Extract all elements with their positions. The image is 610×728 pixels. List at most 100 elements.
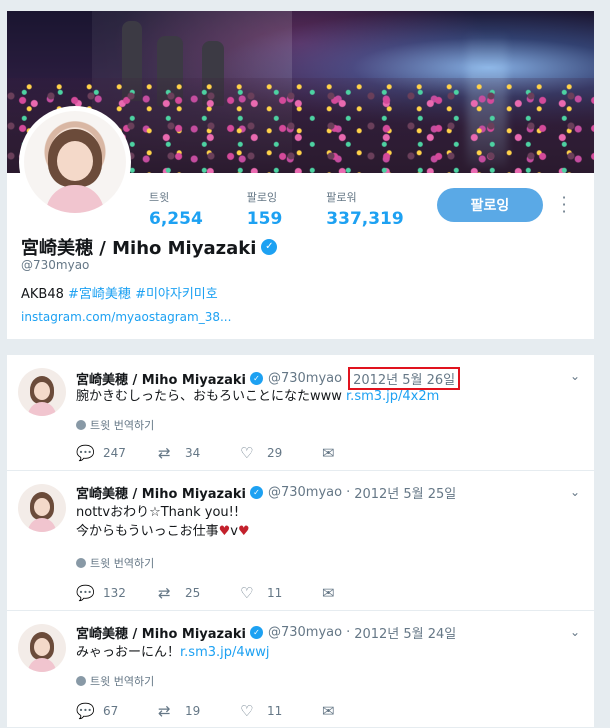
direct-message-button[interactable]: ✉ <box>322 703 404 719</box>
tweet-author-handle[interactable]: @730myao <box>268 485 342 500</box>
reply-icon: 💬 <box>76 444 95 462</box>
envelope-icon: ✉ <box>322 702 335 720</box>
translate-tweet-link[interactable]: 트윗 번역하기 <box>76 673 154 689</box>
translate-label: 트윗 번역하기 <box>90 557 155 570</box>
envelope-icon: ✉ <box>322 584 335 602</box>
tweet-item[interactable]: 宮崎美穂 / Miho Miyazaki ✓ @730myao · 2012년 … <box>7 611 594 728</box>
more-options-icon[interactable]: · · · <box>557 190 571 220</box>
tweet-avatar[interactable] <box>18 484 66 532</box>
tweet-author-name[interactable]: 宮崎美穂 / Miho Miyazaki <box>76 369 246 388</box>
stat-label: 트윗 <box>149 191 170 204</box>
heart-icon: ♡ <box>240 702 254 720</box>
chevron-down-icon[interactable]: ⌄ <box>570 485 580 499</box>
retweet-count: 34 <box>185 446 201 460</box>
verified-badge-icon: ✓ <box>261 239 278 255</box>
tweet-item[interactable]: 宮崎美穂 / Miho Miyazaki ✓ @730myao 2012년 5월… <box>7 355 594 471</box>
profile-bio: AKB48 #宮崎美穂 #미야자키미호 <box>21 283 218 302</box>
globe-icon <box>76 558 86 568</box>
reply-count: 247 <box>103 446 126 460</box>
tweet-line-text: 今からもういっこお仕事 <box>76 524 219 539</box>
reply-icon: 💬 <box>76 702 95 720</box>
like-button[interactable]: ♡ 11 <box>240 703 322 719</box>
profile-name[interactable]: 宮崎美穂 / Miho Miyazaki <box>21 234 256 260</box>
reply-button[interactable]: 💬 67 <box>76 703 158 719</box>
reply-button[interactable]: 💬 247 <box>76 445 158 461</box>
reply-count: 132 <box>103 586 126 600</box>
tweet-line: nottvおわり☆Thank you!! <box>76 505 240 520</box>
tweet-avatar[interactable] <box>18 624 66 672</box>
stat-label: 팔로워 <box>326 191 357 204</box>
translate-tweet-link[interactable]: 트윗 번역하기 <box>76 417 154 433</box>
retweet-icon: ⇄ <box>158 584 171 602</box>
reply-count: 67 <box>103 704 119 718</box>
tweet-date[interactable]: 2012년 5월 24일 <box>354 623 456 642</box>
stat-value: 159 <box>246 209 283 229</box>
chevron-down-icon[interactable]: ⌄ <box>570 369 580 383</box>
tweet-timeline: 宮崎美穂 / Miho Miyazaki ✓ @730myao 2012년 5월… <box>7 355 594 728</box>
tweet-author-name[interactable]: 宮崎美穂 / Miho Miyazaki <box>76 623 246 642</box>
tweet-author-handle[interactable]: @730myao <box>268 625 342 640</box>
retweet-button[interactable]: ⇄ 34 <box>158 445 240 461</box>
like-button[interactable]: ♡ 29 <box>240 445 322 461</box>
verified-badge-icon: ✓ <box>249 486 263 499</box>
tweet-date[interactable]: 2012년 5월 25일 <box>354 483 456 502</box>
globe-icon <box>76 420 86 430</box>
tweet-actions: 💬 67 ⇄ 19 ♡ 11 ✉ <box>76 703 404 719</box>
bio-text: AKB48 <box>21 287 69 302</box>
bio-hashtag[interactable]: #宮崎美穂 <box>68 287 131 302</box>
retweet-button[interactable]: ⇄ 19 <box>158 703 240 719</box>
tweet-text: 腕かきむしったら、おもろいことになたwww r.sm3.jp/4x2m <box>76 387 439 406</box>
heart-icon: ♡ <box>240 584 254 602</box>
profile-stats: 트윗 6,254 팔로잉 159 팔로워 337,319 <box>149 189 448 229</box>
tweet-link[interactable]: r.sm3.jp/4wwj <box>180 645 270 660</box>
heart-emoji-icon: ♥ <box>218 524 231 539</box>
heart-icon: ♡ <box>240 444 254 462</box>
bio-hashtag[interactable]: #미야자키미호 <box>135 287 218 302</box>
like-button[interactable]: ♡ 11 <box>240 585 322 601</box>
profile-name-row: 宮崎美穂 / Miho Miyazaki ✓ <box>21 234 278 260</box>
separator-dot: · <box>346 485 351 500</box>
direct-message-button[interactable]: ✉ <box>322 585 404 601</box>
reply-button[interactable]: 💬 132 <box>76 585 158 601</box>
like-count: 29 <box>267 446 283 460</box>
tweet-header: 宮崎美穂 / Miho Miyazaki ✓ @730myao · 2012년 … <box>76 623 456 642</box>
chevron-down-icon[interactable]: ⌄ <box>570 625 580 639</box>
stat-followers[interactable]: 팔로워 337,319 <box>326 189 403 229</box>
stat-label: 팔로잉 <box>246 191 278 204</box>
verified-badge-icon: ✓ <box>249 626 263 639</box>
verified-badge-icon: ✓ <box>249 372 263 385</box>
heart-emoji-icon: ♥ <box>237 524 250 539</box>
tweet-author-name[interactable]: 宮崎美穂 / Miho Miyazaki <box>76 483 246 502</box>
tweet-link[interactable]: r.sm3.jp/4x2m <box>346 389 439 404</box>
stat-following[interactable]: 팔로잉 159 <box>247 189 283 229</box>
translate-tweet-link[interactable]: 트윗 번역하기 <box>76 555 154 571</box>
tweet-header: 宮崎美穂 / Miho Miyazaki ✓ @730myao · 2012년 … <box>76 483 456 502</box>
retweet-button[interactable]: ⇄ 25 <box>158 585 240 601</box>
direct-message-button[interactable]: ✉ <box>322 445 404 461</box>
tweet-actions: 💬 132 ⇄ 25 ♡ 11 ✉ <box>76 585 404 601</box>
retweet-icon: ⇄ <box>158 444 171 462</box>
profile-avatar[interactable] <box>24 111 126 213</box>
like-count: 11 <box>267 704 283 718</box>
tweet-text: みゃっおーにん！r.sm3.jp/4wwj <box>76 643 270 662</box>
retweet-count: 19 <box>185 704 201 718</box>
retweet-icon: ⇄ <box>158 702 171 720</box>
tweet-item[interactable]: 宮崎美穂 / Miho Miyazaki ✓ @730myao · 2012년 … <box>7 471 594 611</box>
profile-website-link[interactable]: instagram.com/myaostagram_38... <box>21 310 231 324</box>
tweet-text: nottvおわり☆Thank you!! 今からもういっこお仕事♥v♥ <box>76 503 250 541</box>
stat-value: 6,254 <box>149 209 203 229</box>
tweet-author-handle[interactable]: @730myao <box>268 371 342 386</box>
like-count: 11 <box>267 586 283 600</box>
tweet-body: 腕かきむしったら、おもろいことになたwww <box>76 389 347 404</box>
stat-value: 337,319 <box>326 209 404 229</box>
reply-icon: 💬 <box>76 584 95 602</box>
translate-label: 트윗 번역하기 <box>90 675 155 688</box>
globe-icon <box>76 676 86 686</box>
following-button[interactable]: 팔로잉 <box>437 188 543 222</box>
tweet-body: みゃっおーにん！ <box>76 645 181 660</box>
translate-label: 트윗 번역하기 <box>90 419 155 432</box>
tweet-avatar[interactable] <box>18 368 66 416</box>
retweet-count: 25 <box>185 586 201 600</box>
profile-card: 트윗 6,254 팔로잉 159 팔로워 337,319 팔로잉 · · · 宮崎美… <box>7 11 594 339</box>
stat-tweets[interactable]: 트윗 6,254 <box>149 189 203 229</box>
